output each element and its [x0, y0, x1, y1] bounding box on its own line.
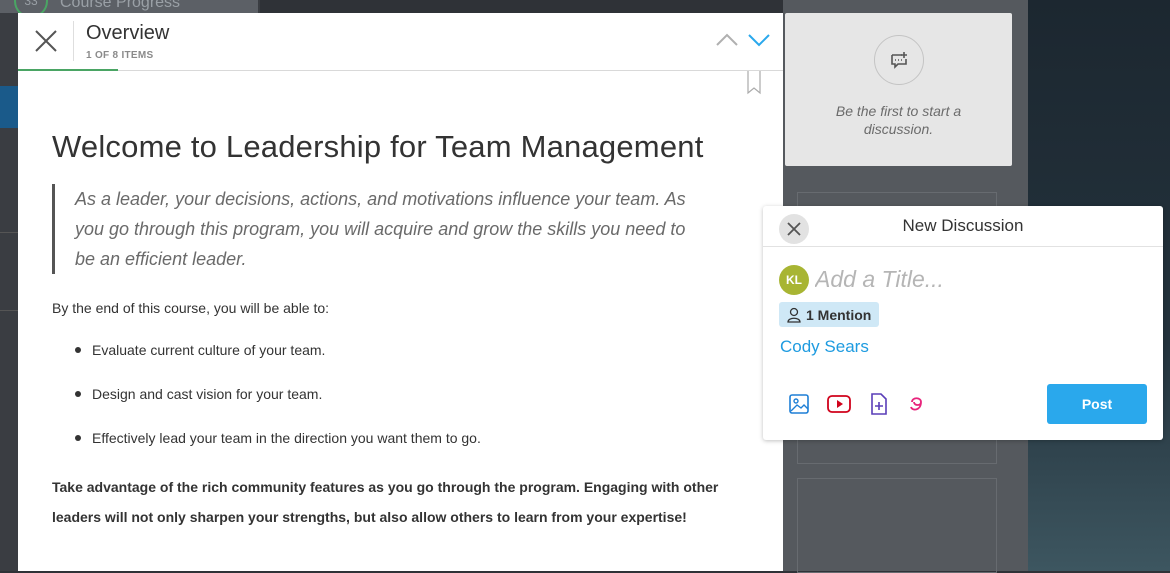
giphy-icon	[910, 397, 922, 411]
insert-image-button[interactable]	[788, 393, 810, 415]
sidebar-active-item	[0, 86, 18, 128]
empty-discussion-card: Be the first to start a discussion.	[785, 13, 1012, 166]
page-title: Overview	[86, 22, 170, 44]
lesson-closing: Take advantage of the rich community fea…	[52, 479, 719, 525]
insert-video-button[interactable]	[827, 393, 851, 415]
item-progress-bar	[18, 69, 118, 71]
sidebar-divider	[0, 232, 18, 233]
empty-discussion-text: Be the first to start a discussion.	[835, 103, 962, 137]
close-discussion-button[interactable]	[779, 214, 809, 244]
file-add-icon	[871, 393, 887, 415]
close-icon	[787, 222, 801, 236]
discussion-placeholder-card	[797, 478, 997, 573]
lesson-content: Welcome to Leadership for Team Managemen…	[52, 129, 732, 532]
lesson-heading: Welcome to Leadership for Team Managemen…	[52, 129, 704, 164]
list-item: Design and cast vision for your team.	[52, 384, 732, 404]
bookmark-button[interactable]	[747, 71, 761, 95]
new-discussion-title: New Discussion	[902, 216, 1024, 235]
lesson-quote: As a leader, your decisions, actions, an…	[52, 184, 695, 274]
comment-add-icon	[891, 52, 907, 69]
panel-header: Overview 1 OF 8 ITEMS	[18, 13, 783, 71]
avatar: KL	[779, 265, 809, 295]
header-divider	[73, 21, 74, 61]
attach-file-button[interactable]	[868, 393, 890, 415]
mention-label: 1 Mention	[806, 306, 872, 323]
lesson-intro: By the end of this course, you will be a…	[52, 300, 330, 316]
start-discussion-button[interactable]	[874, 35, 924, 85]
item-counter: 1 OF 8 ITEMS	[86, 50, 154, 61]
objectives-list: Evaluate current culture of your team. D…	[52, 340, 732, 448]
video-icon	[827, 395, 851, 413]
discussion-title-input[interactable]	[815, 263, 1135, 295]
post-button[interactable]: Post	[1047, 384, 1147, 424]
list-item: Evaluate current culture of your team.	[52, 340, 732, 360]
image-icon	[789, 394, 809, 414]
chevron-up-icon	[716, 33, 738, 46]
bookmark-icon	[747, 71, 761, 95]
insert-gif-button[interactable]	[907, 393, 929, 415]
chevron-down-icon	[748, 34, 770, 47]
sidebar-divider	[0, 310, 18, 311]
course-progress-label: Course Progress	[60, 0, 181, 11]
close-panel-button[interactable]	[30, 25, 62, 57]
user-icon	[787, 307, 801, 323]
overview-panel: Overview 1 OF 8 ITEMS Welcome to Leaders…	[18, 13, 783, 571]
new-discussion-panel: New Discussion KL 1 Mention Cody Sears	[763, 206, 1163, 440]
previous-item-button[interactable]	[714, 30, 740, 50]
new-discussion-header: New Discussion	[763, 206, 1163, 247]
next-item-button[interactable]	[746, 30, 772, 50]
list-item: Effectively lead your team in the direct…	[52, 428, 732, 448]
mention-badge[interactable]: 1 Mention	[779, 302, 880, 327]
mentioned-user-link[interactable]: Cody Sears	[780, 337, 869, 357]
close-icon	[35, 30, 57, 52]
